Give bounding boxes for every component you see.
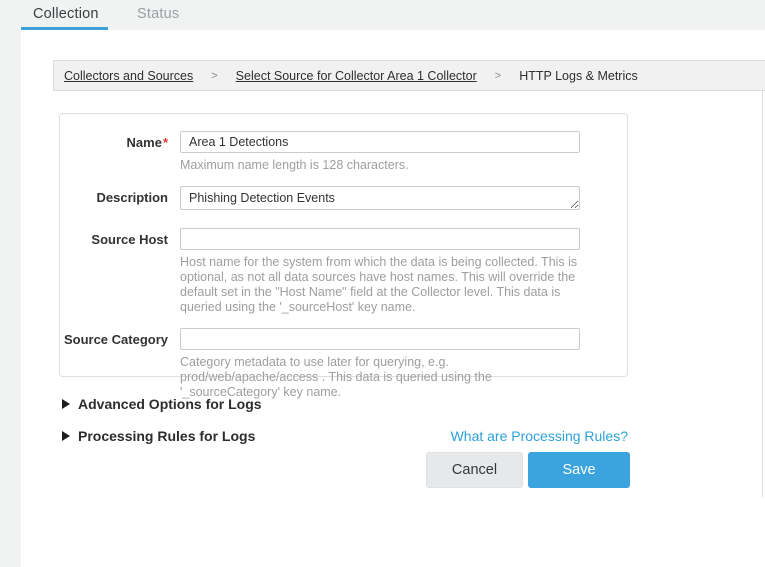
save-button[interactable]: Save — [528, 452, 630, 488]
name-label: Name* — [60, 131, 180, 173]
source-category-row: Source Category Category metadata to use… — [60, 328, 627, 400]
description-row: Description Phishing Detection Events — [60, 186, 627, 215]
breadcrumb-separator: > — [211, 70, 217, 82]
source-category-input[interactable] — [180, 328, 580, 350]
active-tab-underline — [21, 27, 108, 30]
source-host-hint: Host name for the system from which the … — [180, 255, 578, 315]
source-config-form: Name* Maximum name length is 128 charact… — [59, 113, 628, 377]
processing-rules-help-link[interactable]: What are Processing Rules? — [451, 428, 628, 444]
breadcrumb: Collectors and Sources > Select Source f… — [53, 60, 765, 91]
section-processing-rules-label: Processing Rules for Logs — [78, 428, 255, 444]
name-label-text: Name — [127, 135, 162, 150]
breadcrumb-collectors-and-sources[interactable]: Collectors and Sources — [64, 69, 193, 83]
section-processing-rules-toggle[interactable]: Processing Rules for Logs — [62, 428, 255, 444]
scrollbar[interactable] — [762, 90, 763, 497]
section-advanced-options-label: Advanced Options for Logs — [78, 396, 262, 412]
breadcrumb-separator: > — [495, 70, 501, 82]
cancel-button[interactable]: Cancel — [426, 452, 523, 488]
expand-triangle-icon — [62, 431, 70, 441]
breadcrumb-current-page: HTTP Logs & Metrics — [519, 69, 638, 83]
tab-bar: Collection Status — [0, 0, 765, 30]
name-hint: Maximum name length is 128 characters. — [180, 158, 578, 173]
source-host-label: Source Host — [60, 228, 180, 315]
name-row: Name* Maximum name length is 128 charact… — [60, 131, 627, 173]
source-host-row: Source Host Host name for the system fro… — [60, 228, 627, 315]
source-category-hint: Category metadata to use later for query… — [180, 355, 578, 400]
section-advanced-options-toggle[interactable]: Advanced Options for Logs — [62, 396, 262, 412]
tab-status[interactable]: Status — [137, 6, 179, 22]
breadcrumb-select-source[interactable]: Select Source for Collector Area 1 Colle… — [236, 69, 477, 83]
description-label: Description — [60, 186, 180, 215]
required-asterisk: * — [163, 135, 168, 150]
tab-collection[interactable]: Collection — [33, 6, 99, 22]
expand-triangle-icon — [62, 399, 70, 409]
source-category-label: Source Category — [60, 328, 180, 400]
description-input[interactable]: Phishing Detection Events — [180, 186, 580, 210]
source-host-input[interactable] — [180, 228, 580, 250]
name-input[interactable] — [180, 131, 580, 153]
